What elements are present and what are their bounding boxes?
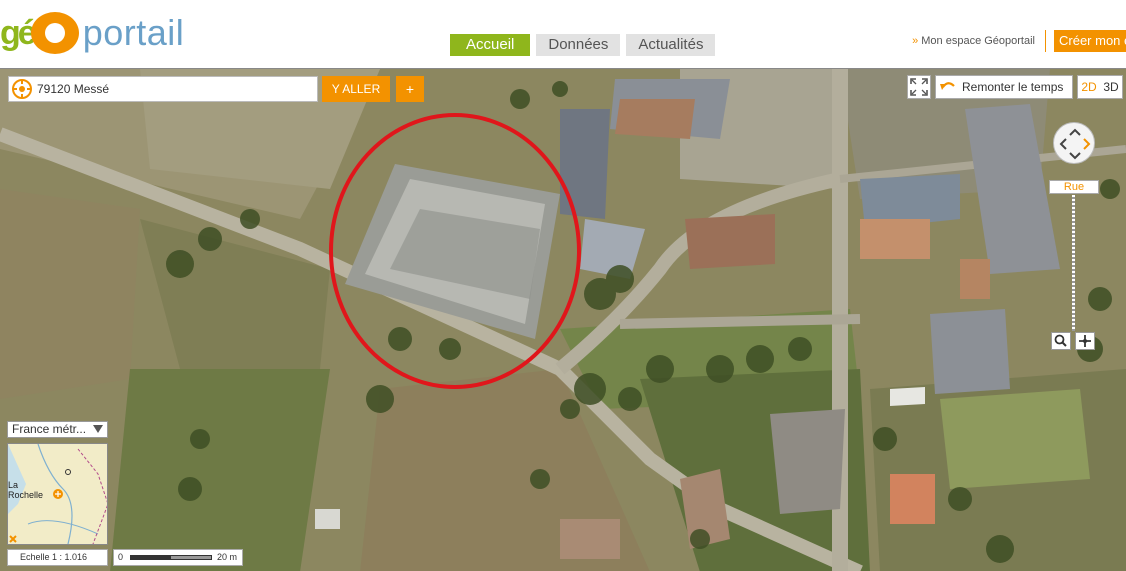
main-nav: Accueil Données Actualités [450,34,716,56]
scale-ratio: Echelle 1 : 1.016 [7,549,108,566]
creer-compte-button[interactable]: Créer mon e [1054,30,1126,52]
logo-word-portail: portail [82,12,185,53]
scale-graphic [130,555,212,560]
tab-actualites[interactable]: Actualités [626,34,716,56]
map-view[interactable]: Y ALLER + Remonter le temps 2D 3D Rue [0,68,1126,571]
territory-value: France métr... [12,422,87,436]
header-divider [1045,30,1046,52]
tab-accueil[interactable]: Accueil [450,34,531,56]
fullscreen-icon [910,78,928,96]
logo-letter-o [30,12,79,54]
zoom-level-label: Rue [1049,180,1099,194]
remonter-le-temps-button[interactable]: Remonter le temps [935,75,1073,99]
mon-espace-link[interactable]: » Mon espace Géoportail [912,35,1035,47]
zoom-search-button[interactable] [1051,332,1071,350]
geoportail-logo[interactable]: g é portail [0,8,184,58]
tab-donnees[interactable]: Données [536,34,621,56]
scale-start-label: 0 [118,552,124,562]
crosshair-icon [1079,335,1091,347]
mode-3d-button[interactable]: 3D [1100,76,1122,98]
scale-end-label: 20 m [217,552,238,562]
pan-control[interactable] [1053,122,1095,164]
zoom-crosshair-button[interactable] [1075,332,1095,350]
territory-select[interactable]: France métr... [7,421,108,438]
mode-2d-button[interactable]: 2D [1078,76,1100,98]
overview-minimap[interactable]: La Rochelle [7,443,108,545]
go-button[interactable]: Y ALLER [322,76,390,102]
aerial-photo [0,69,1126,571]
header-account: » Mon espace Géoportail Créer mon e [912,30,1126,52]
dropdown-arrow-icon [93,425,103,433]
more-options-button[interactable]: + [396,76,424,102]
minimap-city-label: La Rochelle [8,480,44,500]
view-mode-toggle: 2D 3D [1077,75,1123,99]
search-bar [8,76,318,102]
zoom-slider[interactable] [1072,195,1075,331]
remonter-label: Remonter le temps [962,80,1064,94]
geolocate-icon[interactable] [11,78,33,100]
magnifier-icon [1054,334,1067,347]
fullscreen-button[interactable] [907,75,931,99]
pan-arrows-icon [1059,128,1091,160]
undo-arrow-icon [940,82,955,90]
scale-bar: 0 20 m [113,549,243,566]
mon-espace-label: Mon espace Géoportail [921,35,1035,47]
guillemet-icon: » [912,35,919,47]
search-input[interactable] [37,82,307,96]
header: g é portail Accueil Données Actualités »… [0,0,1126,68]
